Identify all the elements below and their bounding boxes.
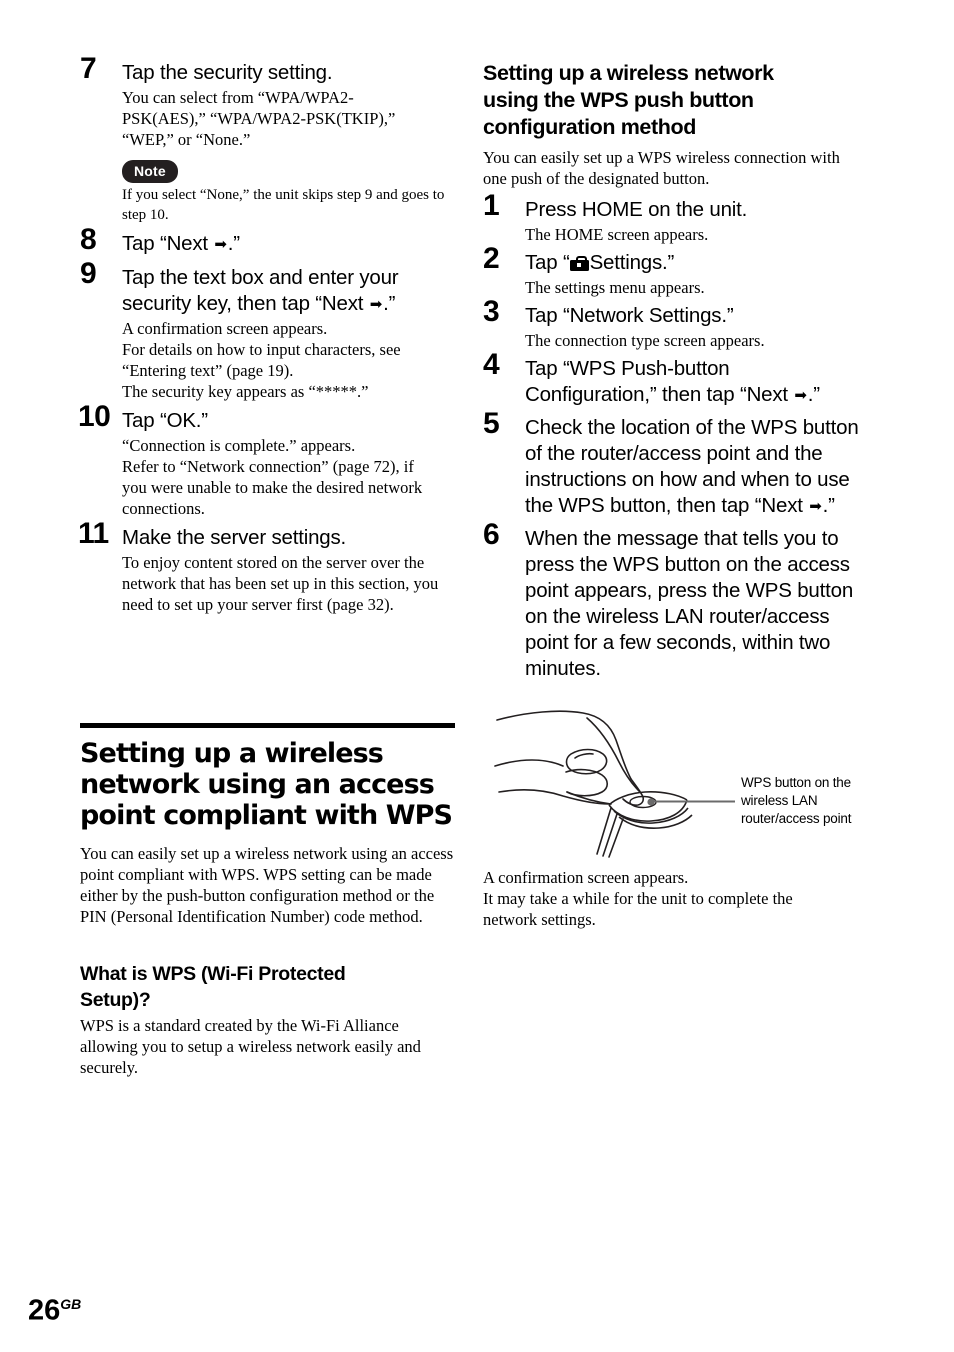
step-title: When the message that tells you to press…	[525, 527, 854, 680]
step-title: Tap “ Settings.”	[525, 250, 858, 276]
section-paragraph: You can easily set up a wireless network…	[80, 844, 454, 926]
step-title-text: Tap “Next	[122, 232, 214, 255]
step-title-text-end: Settings.”	[589, 251, 675, 274]
manual-page: 7 Tap the security setting. You can sele…	[0, 0, 954, 1352]
step-body: The settings menu appears.	[525, 278, 705, 297]
section-block: Setting up a wireless network using an a…	[80, 723, 455, 927]
step-number: 4	[483, 348, 500, 381]
settings-toolbox-icon	[569, 256, 589, 271]
step-title-text-end: .”	[227, 232, 240, 255]
step-6: 6 When the message that tells you to pre…	[483, 520, 858, 682]
step-4: 4 Tap “WPS Push-button Configuration,” t…	[483, 350, 858, 408]
step-title: Tap “Network Settings.”	[525, 304, 734, 327]
step-number: 3	[483, 295, 500, 328]
step-number: 11	[78, 517, 109, 550]
step-9: 9 Tap the text box and enter your securi…	[80, 259, 455, 402]
section-divider	[80, 723, 455, 728]
step-title-text: Tap “	[525, 251, 570, 274]
step-number: 5	[483, 407, 500, 440]
arrow-right-icon: ➡	[794, 386, 807, 404]
step-5: 5 Check the location of the WPS button o…	[483, 409, 860, 519]
step-number: 10	[78, 400, 111, 433]
step-number: 2	[483, 242, 500, 275]
figure-caption: WPS button on the wireless LAN router/ac…	[741, 775, 852, 826]
step-11: 11 Make the server settings. To enjoy co…	[78, 519, 455, 615]
right-column-heading: Setting up a wireless network using the …	[483, 61, 774, 139]
left-column: 7 Tap the security setting. You can sele…	[78, 54, 455, 1078]
step-body: The connection type screen appears.	[525, 331, 765, 350]
note-badge: Note	[122, 160, 178, 183]
step-title-text-end: .”	[822, 494, 835, 517]
note-text: If you select “None,” the unit skips ste…	[122, 187, 445, 223]
step-title: Tap “WPS Push-button Configuration,” the…	[525, 356, 865, 408]
step-8: 8 Tap “Next ➡.”	[80, 225, 455, 257]
step-title: Tap “Next ➡.”	[122, 231, 455, 257]
step-body: You can select from “WPA/WPA2-PSK(AES),”…	[122, 88, 396, 149]
step-title: Tap the text box and enter your security…	[122, 265, 432, 317]
step-title-text: Tap the text box and enter your security…	[122, 266, 399, 315]
step-body: “Connection is complete.” appears. Refer…	[122, 436, 423, 518]
arrow-right-icon: ➡	[809, 497, 822, 515]
subsection-paragraph: WPS is a standard created by the Wi-Fi A…	[80, 1016, 421, 1077]
step-number: 7	[80, 52, 97, 85]
arrow-right-icon: ➡	[369, 295, 383, 313]
page-region-suffix: GB	[60, 1296, 82, 1313]
step-1: 1 Press HOME on the unit. The HOME scree…	[483, 191, 858, 245]
step-body: A confirmation screen appears. For detai…	[122, 319, 401, 401]
note-block: Note If you select “None,” the unit skip…	[122, 160, 455, 225]
step-2: 2 Tap “ Settings.” The settings menu appe…	[483, 244, 858, 298]
step-number: 1	[483, 189, 500, 222]
subsection-heading: What is WPS (Wi-Fi Protected Setup)?	[80, 963, 346, 1011]
after-figure-text: A confirmation screen appears. It may ta…	[483, 868, 793, 929]
step-title-text: Tap “WPS Push-button Configuration,” the…	[525, 357, 794, 406]
section-heading: Setting up a wireless network using an a…	[80, 738, 453, 831]
step-body: The HOME screen appears.	[525, 225, 709, 244]
wps-button-figure: WPS button on the wireless LAN router/ac…	[483, 696, 858, 861]
step-title: Tap “OK.”	[122, 409, 208, 432]
page-number-value: 26	[28, 1295, 61, 1327]
page-number: 26GB	[28, 1290, 81, 1326]
step-title: Tap the security setting.	[122, 61, 333, 84]
step-3: 3 Tap “Network Settings.” The connection…	[483, 297, 858, 351]
subsection-block: What is WPS (Wi-Fi Protected Setup)? WPS…	[80, 961, 455, 1078]
step-number: 8	[80, 223, 97, 256]
arrow-right-icon: ➡	[214, 235, 227, 253]
step-body: To enjoy content stored on the server ov…	[122, 553, 439, 614]
right-column: Setting up a wireless network using the …	[483, 60, 860, 930]
right-column-intro: You can easily set up a WPS wireless con…	[483, 148, 840, 188]
step-title: Check the location of the WPS button of …	[525, 415, 860, 519]
step-title-text-end: .”	[383, 292, 396, 315]
step-number: 9	[80, 257, 97, 290]
step-10: 10 Tap “OK.” “Connection is complete.” a…	[78, 402, 455, 519]
step-number: 6	[483, 518, 500, 551]
step-title: Press HOME on the unit.	[525, 198, 748, 221]
step-title-text-end: .”	[807, 383, 820, 406]
step-7: 7 Tap the security setting. You can sele…	[80, 54, 455, 225]
step-title: Make the server settings.	[122, 526, 347, 549]
